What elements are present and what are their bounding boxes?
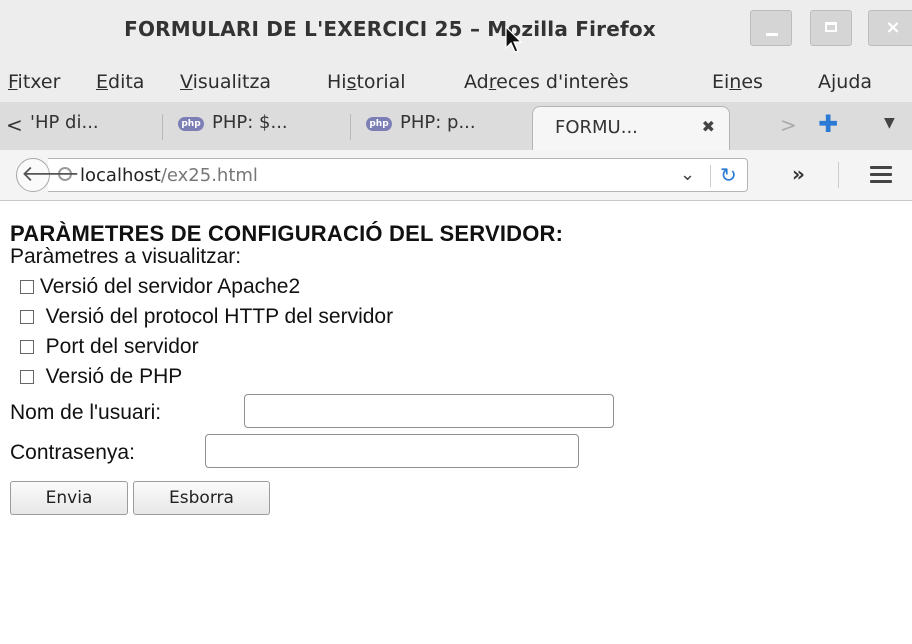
checkbox-apache-version[interactable] (20, 280, 34, 294)
tab-3[interactable]: php PHP: p... (366, 112, 476, 144)
checkbox-row[interactable]: Versió del servidor Apache2 (20, 275, 300, 299)
checkbox-http-version[interactable] (20, 310, 34, 324)
url-host: localhost (80, 165, 161, 186)
tab-label: 'HP di... (30, 112, 99, 133)
tab-separator (350, 114, 351, 140)
back-arrow-icon: 🡐 (21, 162, 80, 187)
url-dropdown-icon[interactable]: ⌄ (680, 164, 695, 185)
username-label: Nom de l'usuari: (10, 401, 162, 424)
page-heading: PARÀMETRES DE CONFIGURACIÓ DEL SERVIDOR: (10, 221, 564, 246)
list-tabs-icon[interactable]: ▼ (884, 115, 895, 131)
password-input[interactable] (205, 434, 579, 468)
tab-active[interactable]: FORMU... ✖ (532, 106, 730, 151)
menu-edita[interactable]: Edita (96, 71, 144, 93)
reset-button[interactable]: Esborra (133, 481, 270, 515)
scroll-tabs-left-icon[interactable]: < (6, 113, 23, 137)
menu-historial[interactable]: Historial (327, 71, 406, 93)
php-favicon-icon: php (178, 117, 204, 131)
url-bar[interactable]: localhost/ex25.html ⌄ ↻ (48, 158, 748, 192)
checkbox-label: Versió del servidor Apache2 (39, 275, 301, 298)
navigation-bar: localhost/ex25.html ⌄ ↻ 🡐 » (0, 150, 912, 201)
menu-visualitza[interactable]: Visualitza (180, 71, 271, 93)
checkbox-label: Versió del protocol HTTP del servidor (45, 305, 394, 328)
menu-hamburger-icon[interactable] (870, 166, 892, 184)
tab-label: PHP: $... (212, 112, 288, 133)
mouse-pointer-icon (505, 26, 523, 53)
window-titlebar[interactable]: FORMULARI DE L'EXERCICI 25 – Mozilla Fir… (0, 0, 912, 63)
close-icon: × (885, 17, 901, 38)
tab-separator (162, 114, 163, 140)
tab-2[interactable]: php PHP: $... (178, 112, 288, 144)
php-favicon-icon: php (366, 117, 392, 131)
minimize-icon (766, 33, 778, 36)
username-input[interactable] (244, 394, 614, 428)
checkbox-label: Port del servidor (45, 335, 199, 358)
checkbox-row[interactable]: Port del servidor (20, 335, 199, 359)
checkbox-row[interactable]: Versió del protocol HTTP del servidor (20, 305, 393, 329)
checkbox-php-version[interactable] (20, 370, 34, 384)
close-tab-icon[interactable]: ✖ (702, 117, 715, 136)
url-text[interactable]: localhost/ex25.html (80, 165, 258, 186)
checkbox-row[interactable]: Versió de PHP (20, 365, 182, 389)
menu-ajuda[interactable]: Ajuda (818, 71, 872, 93)
url-separator (710, 165, 711, 187)
new-tab-icon[interactable]: ✚ (818, 110, 838, 138)
menu-fitxer[interactable]: Fitxer (8, 71, 60, 93)
menu-eines[interactable]: Eines (712, 71, 763, 93)
toolbar-separator (838, 162, 839, 188)
scroll-tabs-right-icon[interactable]: > (780, 113, 797, 137)
tab-1[interactable]: 'HP di... (30, 112, 99, 144)
checkbox-server-port[interactable] (20, 340, 34, 354)
submit-button[interactable]: Envia (10, 481, 128, 515)
parameters-label: Paràmetres a visualitzar: (10, 245, 242, 268)
tab-label: FORMU... (555, 117, 638, 138)
back-button[interactable]: 🡐 (16, 158, 80, 192)
menu-bar: Fitxer Edita Visualitza Historial Adrece… (0, 62, 912, 102)
toolbar-overflow-icon[interactable]: » (792, 162, 805, 186)
reload-icon[interactable]: ↻ (720, 163, 737, 187)
close-window-button[interactable]: × (868, 10, 912, 46)
url-path: /ex25.html (160, 165, 258, 186)
minimize-button[interactable] (750, 10, 792, 46)
page-content: PARÀMETRES DE CONFIGURACIÓ DEL SERVIDOR:… (0, 201, 912, 644)
maximize-icon (825, 22, 837, 32)
tab-label: PHP: p... (400, 112, 476, 133)
tab-strip: < 'HP di... php PHP: $... php PHP: p... FO… (0, 102, 912, 151)
maximize-button[interactable] (810, 10, 852, 46)
window-title: FORMULARI DE L'EXERCICI 25 – Mozilla Fir… (124, 17, 656, 41)
password-label: Contrasenya: (10, 441, 135, 464)
menu-adreces[interactable]: Adreces d'interès (464, 71, 629, 93)
checkbox-label: Versió de PHP (45, 365, 183, 388)
